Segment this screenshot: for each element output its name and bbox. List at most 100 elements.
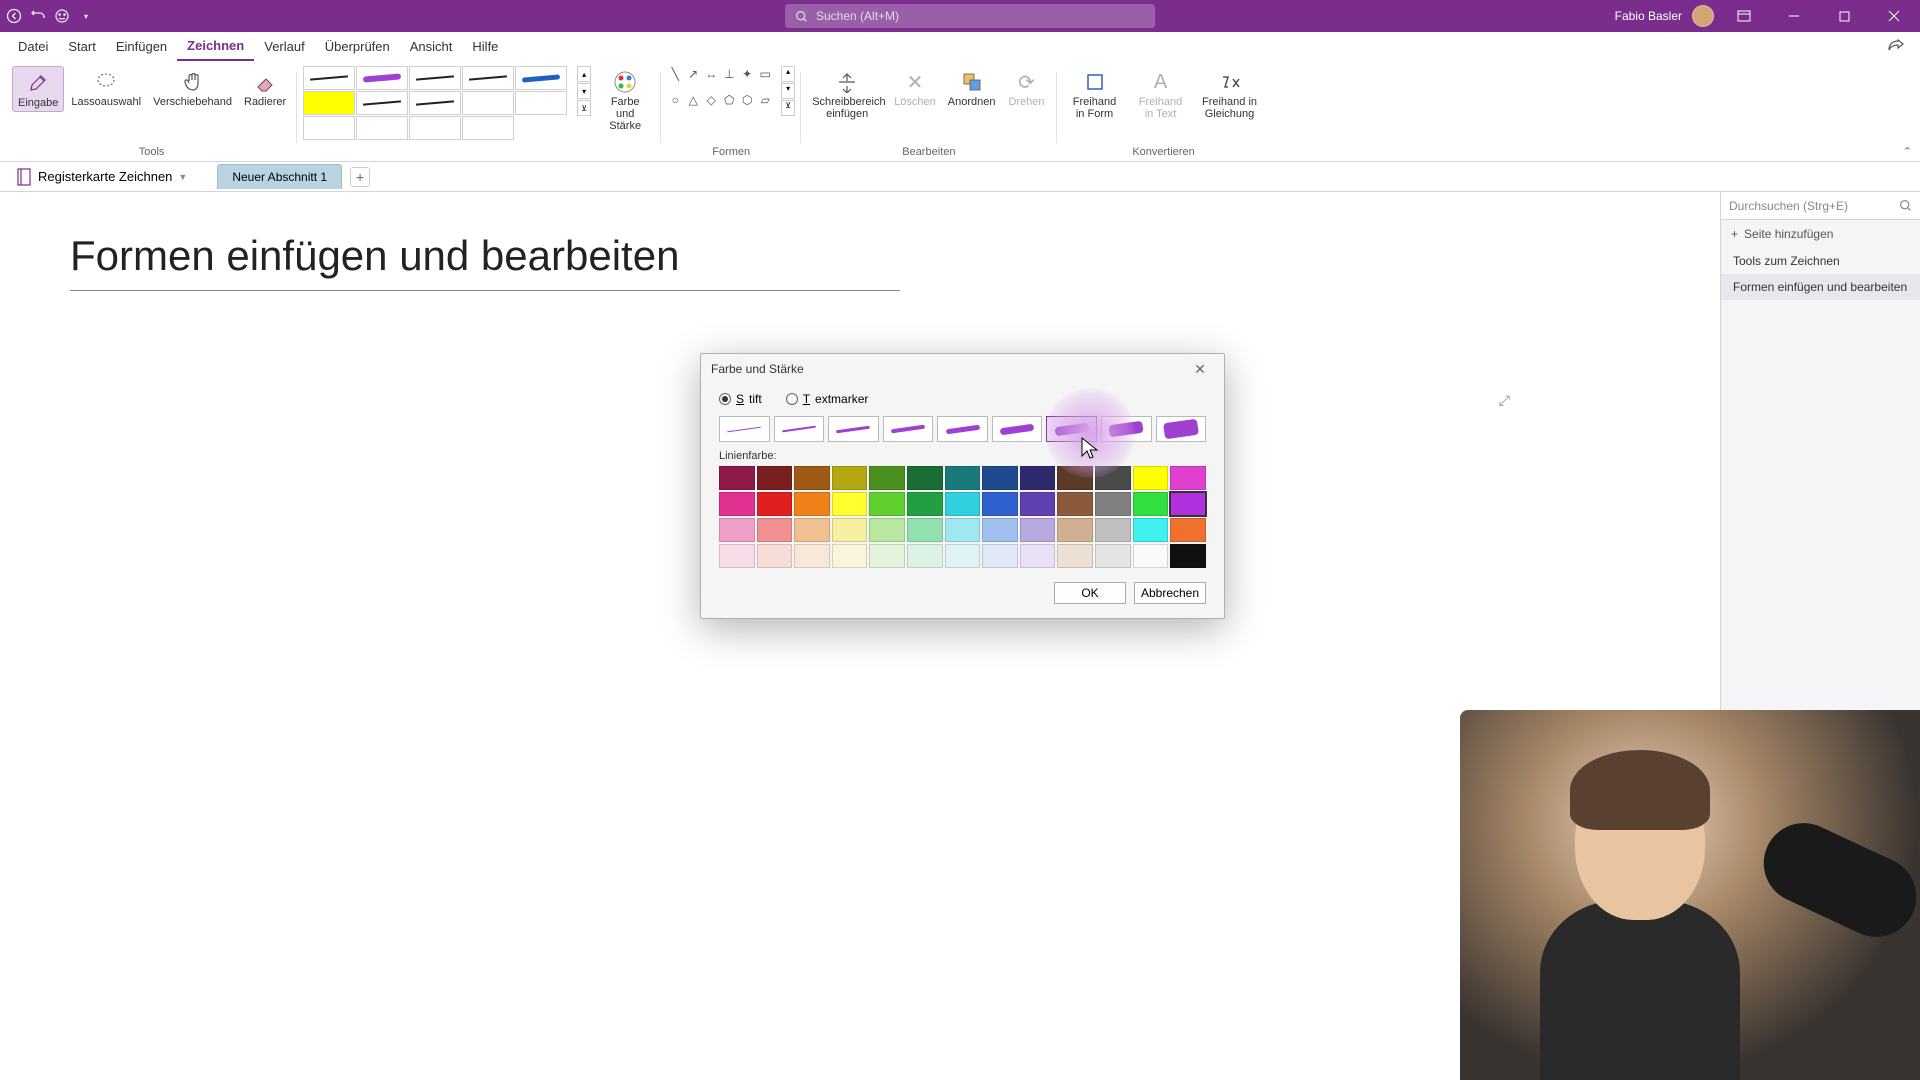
pen-thin[interactable] — [409, 66, 461, 90]
color-swatch[interactable] — [869, 492, 905, 516]
cancel-button[interactable]: Abbrechen — [1134, 582, 1206, 604]
pen-empty-2[interactable] — [515, 91, 567, 115]
expand-icon[interactable]: ⤢ — [1499, 392, 1510, 409]
back-icon[interactable] — [6, 8, 22, 24]
color-swatch[interactable] — [832, 544, 868, 568]
color-swatch[interactable] — [719, 544, 755, 568]
thickness-3[interactable] — [828, 416, 879, 442]
color-swatch[interactable] — [794, 466, 830, 490]
color-swatch[interactable] — [945, 492, 981, 516]
color-swatch[interactable] — [1095, 492, 1131, 516]
shape-diamond[interactable]: ◇ — [703, 92, 719, 108]
shape-tri[interactable]: △ — [685, 92, 701, 108]
user-name[interactable]: Fabio Basler — [1615, 9, 1682, 23]
ribbon-mode-icon[interactable] — [1724, 2, 1764, 30]
minimize-icon[interactable] — [1774, 2, 1814, 30]
color-swatch[interactable] — [907, 492, 943, 516]
color-swatch[interactable] — [1170, 492, 1206, 516]
color-swatch[interactable] — [1133, 518, 1169, 542]
shape-penta[interactable]: ⬠ — [721, 92, 737, 108]
pen-purple-1[interactable] — [356, 66, 408, 90]
menu-zeichnen[interactable]: Zeichnen — [177, 33, 254, 61]
pen-blue[interactable] — [515, 66, 567, 90]
thickness-1[interactable] — [719, 416, 770, 442]
notebook-selector[interactable]: Registerkarte Zeichnen ▼ — [6, 168, 197, 186]
color-swatch[interactable] — [945, 518, 981, 542]
arrange-button[interactable]: Anordnen — [943, 66, 1001, 122]
thickness-6[interactable] — [992, 416, 1043, 442]
color-swatch[interactable] — [945, 466, 981, 490]
shape-axes3d[interactable]: ✦ — [739, 66, 755, 82]
maximize-icon[interactable] — [1824, 2, 1864, 30]
color-swatch[interactable] — [1020, 518, 1056, 542]
pen-empty-1[interactable] — [462, 91, 514, 115]
close-icon[interactable]: ✕ — [1186, 358, 1214, 380]
gallery-more-icon[interactable]: ⊻ — [577, 100, 591, 116]
emoji-icon[interactable] — [54, 8, 70, 24]
color-swatch[interactable] — [1170, 466, 1206, 490]
radio-stift[interactable]: Stift — [719, 392, 762, 406]
color-swatch[interactable] — [1057, 518, 1093, 542]
qat-dropdown-icon[interactable]: ▾ — [78, 8, 94, 24]
thickness-2[interactable] — [774, 416, 825, 442]
color-swatch[interactable] — [757, 544, 793, 568]
close-icon[interactable] — [1874, 2, 1914, 30]
ok-button[interactable]: OK — [1054, 582, 1126, 604]
pen-gallery[interactable] — [303, 66, 573, 140]
shape-para[interactable]: ▱ — [757, 92, 773, 108]
share-icon[interactable] — [1888, 38, 1904, 55]
insert-space-button[interactable]: Schreibbereich einfügen — [807, 66, 887, 122]
color-swatch[interactable] — [907, 466, 943, 490]
color-swatch[interactable] — [907, 544, 943, 568]
shapes-down-icon[interactable]: ▾ — [781, 83, 795, 99]
menu-start[interactable]: Start — [58, 33, 105, 61]
thickness-8[interactable] — [1101, 416, 1152, 442]
undo-icon[interactable] — [30, 8, 46, 24]
color-thickness-button[interactable]: Farbe und Stärke — [595, 66, 655, 134]
color-swatch[interactable] — [794, 492, 830, 516]
color-swatch[interactable] — [982, 544, 1018, 568]
menu-ansicht[interactable]: Ansicht — [400, 33, 463, 61]
shapes-up-icon[interactable]: ▴ — [781, 66, 795, 82]
color-swatch[interactable] — [869, 466, 905, 490]
shape-arrow[interactable]: ↗ — [685, 66, 701, 82]
thickness-4[interactable] — [883, 416, 934, 442]
tool-radierer[interactable]: Radierer — [239, 66, 291, 112]
avatar[interactable] — [1692, 5, 1714, 27]
color-swatch[interactable] — [794, 518, 830, 542]
color-swatch[interactable] — [1020, 466, 1056, 490]
shape-line[interactable]: ╲ — [667, 66, 683, 82]
pen-black-2[interactable] — [356, 91, 408, 115]
pen-yellow[interactable] — [303, 91, 355, 115]
section-tab[interactable]: Neuer Abschnitt 1 — [217, 164, 342, 189]
color-swatch[interactable] — [719, 466, 755, 490]
add-section-button[interactable]: + — [350, 167, 370, 187]
color-swatch[interactable] — [1095, 544, 1131, 568]
color-swatch[interactable] — [1057, 492, 1093, 516]
color-swatch[interactable] — [1133, 492, 1169, 516]
color-swatch[interactable] — [757, 466, 793, 490]
menu-einfuegen[interactable]: Einfügen — [106, 33, 177, 61]
tool-eingabe[interactable]: Eingabe — [12, 66, 64, 112]
pen-empty-4[interactable] — [356, 116, 408, 140]
page-title[interactable]: Formen einfügen und bearbeiten — [70, 232, 900, 291]
color-swatch[interactable] — [832, 466, 868, 490]
color-swatch[interactable] — [832, 492, 868, 516]
pages-search[interactable]: Durchsuchen (Strg+E) — [1721, 192, 1920, 220]
ink-to-math-button[interactable]: Freihand in Gleichung — [1195, 66, 1265, 122]
gallery-up-icon[interactable]: ▴ — [577, 66, 591, 82]
color-swatch[interactable] — [869, 544, 905, 568]
gallery-down-icon[interactable]: ▾ — [577, 83, 591, 99]
color-swatch[interactable] — [1170, 544, 1206, 568]
color-swatch[interactable] — [982, 466, 1018, 490]
color-swatch[interactable] — [907, 518, 943, 542]
ink-to-shape-button[interactable]: Freihand in Form — [1063, 66, 1127, 122]
tool-verschiebe[interactable]: Verschiebehand — [148, 66, 237, 112]
color-swatch[interactable] — [869, 518, 905, 542]
thickness-7[interactable] — [1046, 416, 1097, 442]
color-swatch[interactable] — [1095, 466, 1131, 490]
color-swatch[interactable] — [1020, 492, 1056, 516]
color-swatch[interactable] — [945, 544, 981, 568]
color-swatch[interactable] — [757, 492, 793, 516]
menu-verlauf[interactable]: Verlauf — [254, 33, 314, 61]
